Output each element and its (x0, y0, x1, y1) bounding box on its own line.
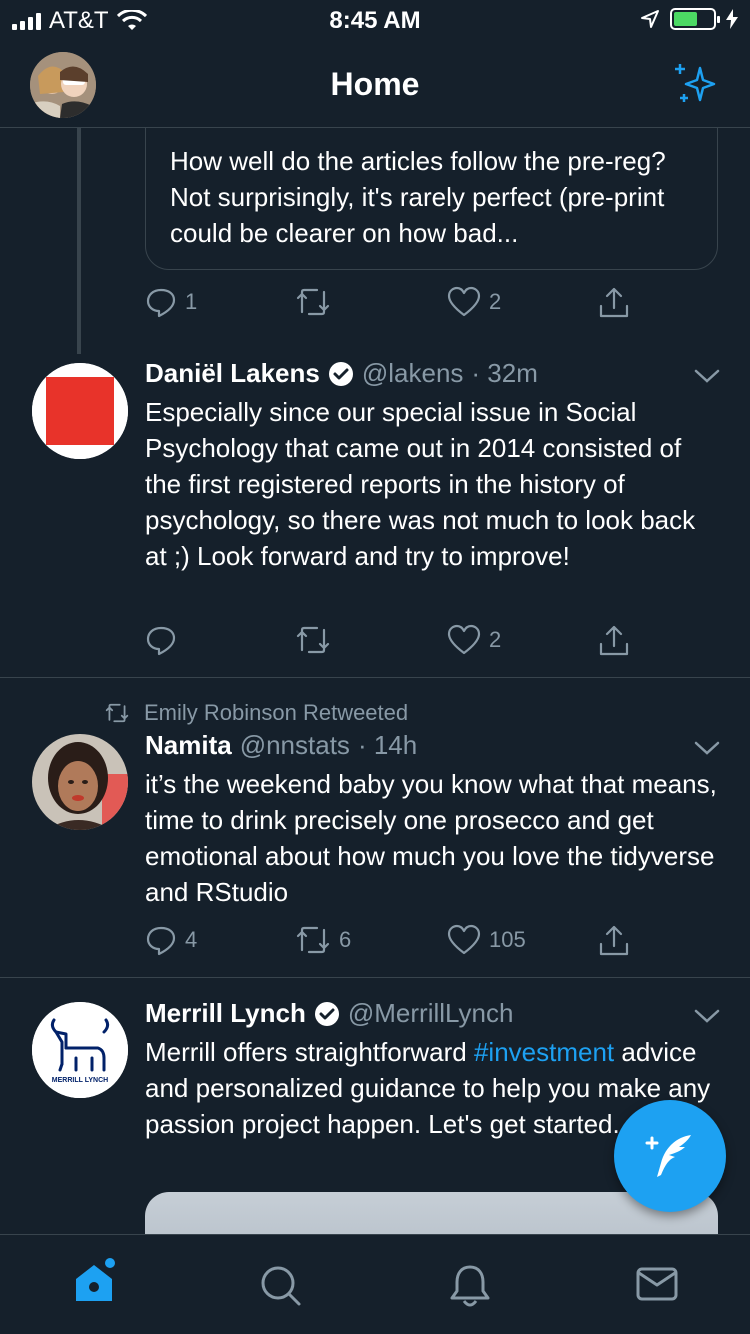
retweet-button[interactable]: 6 (295, 924, 351, 956)
tweet-text: Especially since our special issue in So… (145, 397, 696, 571)
tweet-author-handle[interactable]: @nnstats (240, 730, 350, 761)
like-button[interactable]: 2 (447, 624, 501, 656)
like-button[interactable]: 105 (447, 924, 526, 956)
reply-button[interactable]: 4 (145, 924, 197, 956)
hashtag-link[interactable]: #investment (474, 1037, 614, 1067)
like-count: 2 (489, 289, 502, 314)
avatar[interactable] (32, 734, 128, 830)
charging-icon (726, 9, 738, 29)
timeline[interactable]: How well do the articles follow the pre-… (0, 128, 750, 1234)
compose-feather-icon (645, 1135, 691, 1177)
quoted-tweet-text: How well do the articles follow the pre-… (170, 146, 666, 248)
share-button[interactable] (597, 924, 631, 958)
thread-line (77, 128, 81, 354)
avatar-caption: MERRILL LYNCH (52, 1077, 108, 1084)
search-icon (261, 1266, 301, 1306)
tweet-header: Namita @nnstats · 14h (145, 730, 417, 761)
like-count: 105 (489, 927, 526, 952)
chevron-down-icon[interactable] (694, 740, 720, 756)
heart-icon (447, 286, 481, 317)
page-title: Home (330, 66, 420, 102)
top-nav: Home (0, 40, 750, 128)
heart-icon (447, 624, 481, 655)
share-icon (599, 925, 629, 956)
heart-icon (447, 924, 481, 955)
tweet-divider (0, 677, 750, 678)
reply-icon (146, 626, 176, 656)
tab-home[interactable] (72, 1257, 120, 1310)
tweet-media[interactable] (145, 1192, 718, 1234)
reply-count: 4 (185, 927, 198, 952)
tweet-actions: 1 2 (145, 286, 645, 326)
tab-search[interactable] (258, 1263, 302, 1312)
retweet-icon (296, 626, 330, 654)
tweet-author-handle[interactable]: @MerrillLynch (348, 998, 514, 1029)
sparkle-icon[interactable] (672, 60, 720, 113)
reply-icon (146, 288, 176, 318)
retweet-button[interactable] (295, 624, 339, 656)
bottom-tab-bar (0, 1234, 750, 1334)
notifications-icon (450, 1265, 490, 1307)
tweet-timestamp: · 14h (357, 730, 418, 760)
retweet-button[interactable] (295, 286, 339, 318)
like-count: 2 (489, 627, 502, 652)
clock: 8:45 AM (329, 7, 421, 34)
messages-icon (636, 1267, 678, 1301)
chevron-down-icon[interactable] (694, 1008, 720, 1024)
tweet-author-name[interactable]: Namita (145, 730, 232, 761)
avatar[interactable]: MERRILL LYNCH (32, 1002, 128, 1098)
tweet-author-name[interactable]: Daniël Lakens (145, 358, 320, 389)
tweet-header: Daniël Lakens @lakens · 32m (145, 358, 538, 389)
share-icon (599, 625, 629, 656)
avatar[interactable] (32, 363, 128, 459)
retweet-icon (296, 288, 330, 316)
reply-button[interactable] (145, 624, 185, 656)
location-icon (641, 10, 659, 28)
tab-notifications[interactable] (448, 1263, 492, 1314)
tweet-author-handle[interactable]: @lakens (362, 358, 464, 389)
tweet-timestamp: · 32m (471, 358, 538, 388)
reply-count: 1 (185, 289, 198, 314)
tweet-divider (0, 977, 750, 978)
retweet-context: Emily Robinson Retweeted (104, 700, 408, 726)
retweet-count: 6 (339, 927, 352, 952)
retweet-context-label[interactable]: Emily Robinson Retweeted (144, 700, 408, 726)
status-bar: AT&T 8:45 AM (0, 0, 750, 40)
verified-badge-icon (328, 361, 353, 386)
tweet-actions: 4 6 105 (145, 924, 645, 964)
tweet-header: Merrill Lynch @MerrillLynch (145, 998, 513, 1029)
like-button[interactable]: 2 (447, 286, 501, 318)
tweet-author-name[interactable]: Merrill Lynch (145, 998, 306, 1029)
quoted-tweet-card[interactable]: How well do the articles follow the pre-… (145, 128, 718, 270)
reply-button[interactable]: 1 (145, 286, 197, 318)
retweet-icon (105, 703, 129, 723)
battery-icon (670, 8, 720, 30)
reply-icon (146, 926, 176, 956)
tab-messages[interactable] (636, 1265, 678, 1308)
retweet-icon (296, 926, 330, 954)
chevron-down-icon[interactable] (694, 368, 720, 384)
tweet-actions: 2 (145, 624, 645, 664)
share-button[interactable] (597, 624, 631, 658)
verified-badge-icon (314, 1001, 339, 1026)
compose-tweet-button[interactable] (614, 1100, 726, 1212)
tweet-text: it’s the weekend baby you know what that… (145, 769, 717, 907)
share-icon (599, 287, 629, 318)
home-icon (76, 1258, 115, 1301)
share-button[interactable] (597, 286, 631, 320)
